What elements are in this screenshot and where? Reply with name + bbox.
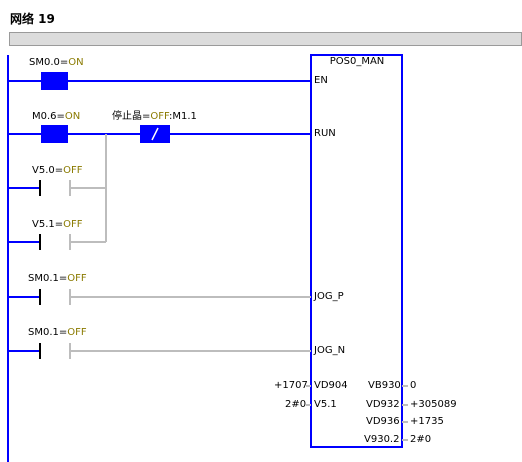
branch-v5-1: [8, 134, 107, 250]
value-vd936: +1735: [410, 416, 444, 427]
pin-vd932: VD932: [366, 399, 400, 410]
value-vb930: 0: [410, 380, 417, 391]
pin-jog-n: JOG_N: [314, 345, 346, 356]
pin-v930-2: V930.2: [364, 434, 400, 445]
contact-label-v5-1: V5.1=OFF: [32, 219, 83, 230]
pin-vd936: VD936: [366, 416, 400, 427]
ladder-diagram: [7, 54, 408, 462]
pin-run: RUN: [314, 128, 336, 139]
contact-sm0-0[interactable]: [41, 72, 68, 90]
rung-jog-n: [8, 343, 311, 359]
value-vd932: +305089: [410, 399, 457, 410]
value-v5-1: 2#0: [285, 399, 307, 410]
contact-label-sm0-1-a: SM0.1=OFF: [28, 273, 87, 284]
contact-m0-6[interactable]: [41, 125, 68, 143]
contact-label-m0-6: M0.6=ON: [32, 111, 81, 122]
value-v930-2: 2#0: [410, 434, 432, 445]
pin-vd904: VD904: [314, 380, 348, 391]
rung-en: [8, 72, 311, 90]
contact-label-v5-0: V5.0=OFF: [32, 165, 83, 176]
branch-v5-0: [8, 180, 106, 196]
rung-run: [8, 125, 311, 143]
contact-label-m1-1: 停止晶=OFF:M1.1: [112, 111, 197, 122]
pin-vb930: VB930: [368, 380, 401, 391]
pin-v5-1: V5.1: [314, 399, 337, 410]
pin-jog-p: JOG_P: [314, 291, 344, 302]
contact-label-sm0-1-b: SM0.1=OFF: [28, 327, 87, 338]
contact-label-sm0-0: SM0.0=ON: [29, 57, 84, 68]
pin-en: EN: [314, 75, 328, 86]
block-name: POS0_MAN: [329, 56, 385, 67]
rung-jog-p: [8, 289, 311, 305]
value-vd904: +1707: [274, 380, 308, 391]
